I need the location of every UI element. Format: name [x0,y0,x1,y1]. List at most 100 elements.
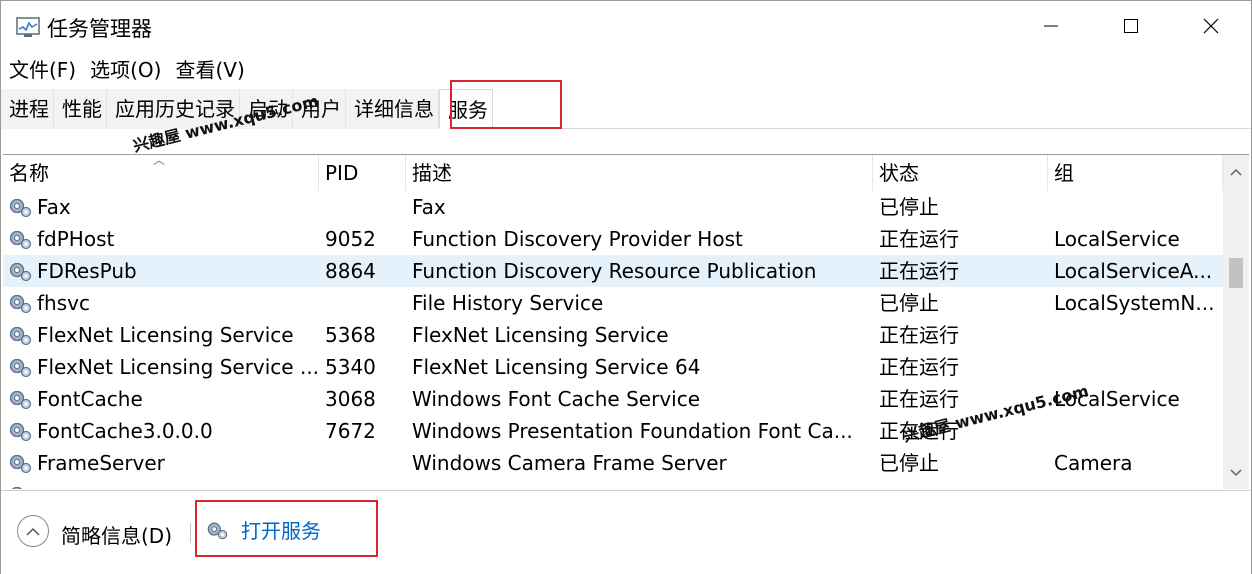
cell-name: fhsvc [3,287,319,319]
scroll-up-button[interactable] [1223,159,1249,185]
footer-divider [190,523,191,543]
cell-status: 已停止 [879,451,939,475]
open-services-label: 打开服务 [241,519,321,543]
title-bar: 任务管理器 [1,1,1251,51]
cell-name: FrameServer [3,447,319,479]
cell-pid: 5368 [325,323,376,347]
service-gear-icon [9,262,32,282]
table-row[interactable]: fdPHost 9052 Function Discovery Provider H… [3,223,1223,255]
table-row[interactable]: FlexNet Licensing Service ... 5340 FlexNet… [3,351,1223,383]
services-table: 名称 ︿ PID 描述 状态 组 Fax Fax 已停止 fdPHost 9052 Fun… [3,154,1249,489]
scrollbar-thumb[interactable] [1229,258,1243,288]
cell-pid [319,191,406,223]
service-name: FontCache3.0.0.0 [37,419,213,443]
service-name: FDResPub [37,259,137,283]
cell-status: 正在运行 [879,227,959,251]
cell-pid [319,447,406,479]
cell-name: FlexNet Licensing Service ... [3,351,319,383]
service-gear-icon [9,422,32,442]
service-name: fdPHost [37,227,115,251]
cell-description: Windows Presentation Foundation Font Ca.… [412,419,853,443]
service-gear-icon [9,390,32,410]
menu-options[interactable]: 选项(O) [82,55,167,85]
tab-performance[interactable]: 性能 [54,89,107,129]
column-header-description[interactable]: 描述 [406,155,873,191]
cell-pid: 5340 [325,355,376,379]
cell-group: Camera [1054,451,1133,475]
cell-pid [319,287,406,319]
tab-services[interactable]: 服务 [439,89,493,129]
maximize-icon [1124,19,1138,33]
column-header-group[interactable]: 组 [1048,155,1223,191]
close-icon [1203,18,1219,34]
service-gear-icon [9,230,32,250]
maximize-button[interactable] [1091,1,1171,51]
tab-details[interactable]: 详细信息 [346,89,439,129]
cell-name: FontCache3.0.0.0 [3,415,319,447]
table-row[interactable]: fhsvc File History Service 已停止 LocalSystemN… [3,287,1223,319]
cell-group [1048,319,1223,351]
brief-info-link[interactable]: 简略信息(D) [61,520,172,549]
service-name: FlexNet Licensing Service [37,323,294,347]
service-gear-icon [9,198,32,218]
task-manager-window: 任务管理器 文件(F) 选项(O) 查看(V) 进程 性能 应用历史记录 启动 … [0,0,1252,574]
cell-description: Function Discovery Provider Host [412,227,743,251]
cell-description: Function Discovery Resource Publication [412,259,817,283]
menu-view[interactable]: 查看(V) [167,55,250,85]
column-header-name[interactable]: 名称 ︿ [3,155,319,191]
cell-pid: 3068 [325,387,376,411]
table-row[interactable] [3,479,1223,489]
service-name: FrameServer [37,451,165,475]
service-gear-icon [9,294,32,314]
window-title: 任务管理器 [47,17,152,41]
cell-description: File History Service [412,291,604,315]
minimize-button[interactable] [1011,1,1091,51]
cell-status: 已停止 [879,291,939,315]
close-button[interactable] [1171,1,1251,51]
cell-group [1048,191,1223,223]
table-row[interactable]: FlexNet Licensing Service 5368 FlexNet Lic… [3,319,1223,351]
tab-processes[interactable]: 进程 [1,89,54,129]
cell-description: FlexNet Licensing Service [412,323,669,347]
table-row[interactable]: FrameServer Windows Camera Frame Server 已停… [3,447,1223,479]
column-header-name-label: 名称 [9,161,49,185]
open-services-link[interactable]: 打开服务 [205,515,321,544]
cell-group [1048,351,1223,383]
service-name: Fax [37,195,71,219]
cell-name: fdPHost [3,223,319,255]
table-row[interactable]: Fax Fax 已停止 [3,191,1223,223]
menu-file[interactable]: 文件(F) [1,55,82,85]
cell-description [406,479,873,489]
table-row[interactable]: FontCache3.0.0.0 7672 Windows Presentation… [3,415,1223,447]
table-row[interactable]: FDResPub 8864 Function Discovery Resource … [3,255,1223,287]
service-name: FlexNet Licensing Service ... [37,355,319,379]
collapse-details-button[interactable] [17,515,49,547]
column-header-pid[interactable]: PID [319,155,406,191]
cell-description: Windows Camera Frame Server [412,451,727,475]
cell-status: 正在运行 [879,259,959,283]
cell-group: LocalSystemN... [1054,291,1215,315]
cell-status: 正在运行 [879,355,959,379]
menu-bar: 文件(F) 选项(O) 查看(V) [1,55,251,85]
chevron-up-icon [1230,168,1242,176]
cell-name: Fax [3,191,319,223]
cell-group [1048,415,1223,447]
cell-status: 已停止 [879,195,939,219]
column-header-status[interactable]: 状态 [873,155,1048,191]
cell-group: LocalServiceA... [1054,259,1213,283]
table-body: Fax Fax 已停止 fdPHost 9052 Function Discovery P… [3,191,1223,489]
chevron-up-icon [26,527,40,536]
cell-status: 正在运行 [879,323,959,347]
service-name: FontCache [37,387,143,411]
vertical-scrollbar[interactable] [1223,155,1249,489]
sort-up-icon: ︿ [153,154,166,167]
cell-name: FlexNet Licensing Service [3,319,319,351]
cell-description: FlexNet Licensing Service 64 [412,355,701,379]
cell-description: Fax [412,195,446,219]
scroll-down-button[interactable] [1223,460,1249,486]
cell-pid: 8864 [325,259,376,283]
cell-description: Windows Font Cache Service [412,387,701,411]
cell-pid [319,479,406,489]
cell-name [3,479,319,489]
services-gear-icon [207,522,228,539]
